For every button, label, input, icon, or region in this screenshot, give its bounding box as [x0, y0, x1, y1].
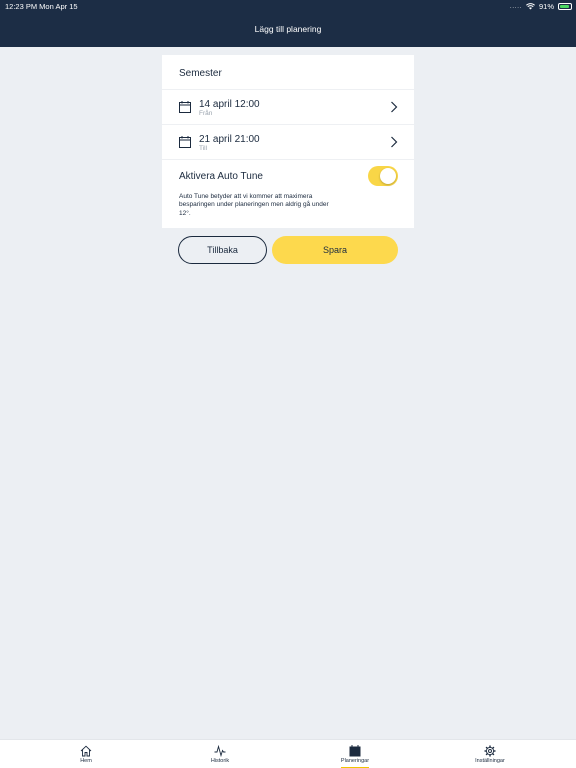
from-date-label: Från [199, 110, 213, 117]
toggle-knob [380, 168, 396, 184]
status-indicators: ..... 91% [510, 2, 572, 11]
tab-label: Planeringar [340, 758, 370, 764]
wifi-icon [526, 3, 535, 10]
planning-form-card: Semester 14 april 12:00 Från 21 april 21… [162, 55, 414, 228]
tab-bar: Hem Historik Planeringar Inställningar [0, 739, 576, 768]
tab-hem[interactable]: Hem [56, 740, 116, 768]
auto-tune-toggle[interactable] [368, 166, 398, 186]
battery-icon [558, 3, 572, 10]
battery-fill [560, 5, 570, 8]
back-button[interactable]: Tillbaka [178, 236, 267, 264]
tab-label: Inställningar [475, 758, 505, 764]
save-button[interactable]: Spara [272, 236, 398, 264]
home-icon [80, 745, 92, 757]
from-date-value: 14 april 12:00 [199, 99, 260, 110]
tab-planeringar[interactable]: Planeringar [325, 740, 385, 768]
gear-icon [484, 745, 496, 757]
page-title: Lägg till planering [254, 24, 322, 34]
auto-tune-label: Aktivera Auto Tune [179, 171, 263, 182]
calendar-icon [179, 101, 191, 113]
to-date-value: 21 april 21:00 [199, 134, 260, 145]
tab-label: Historik [210, 758, 230, 764]
tab-installningar[interactable]: Inställningar [460, 740, 520, 768]
to-date-row[interactable]: 21 april 21:00 Till [162, 125, 414, 160]
to-date-label: Till [199, 145, 208, 152]
from-date-row[interactable]: 14 april 12:00 Från [162, 90, 414, 125]
planning-name-row[interactable]: Semester [162, 55, 414, 90]
chevron-right-icon [391, 101, 398, 113]
planning-name: Semester [179, 68, 222, 79]
activity-icon [214, 745, 226, 757]
tab-historik[interactable]: Historik [190, 740, 250, 768]
chevron-right-icon [391, 136, 398, 148]
calendar-icon [349, 745, 361, 757]
calendar-icon [179, 136, 191, 148]
status-time: 12:23 PM Mon Apr 15 [5, 2, 78, 11]
top-bar: 12:23 PM Mon Apr 15 ..... 91% Lägg till … [0, 0, 576, 47]
signal-icon: ..... [509, 3, 522, 10]
battery-percent: 91% [538, 2, 554, 11]
tab-label: Hem [80, 758, 92, 764]
auto-tune-description: Auto Tune betyder att vi kommer att maxi… [179, 193, 329, 217]
